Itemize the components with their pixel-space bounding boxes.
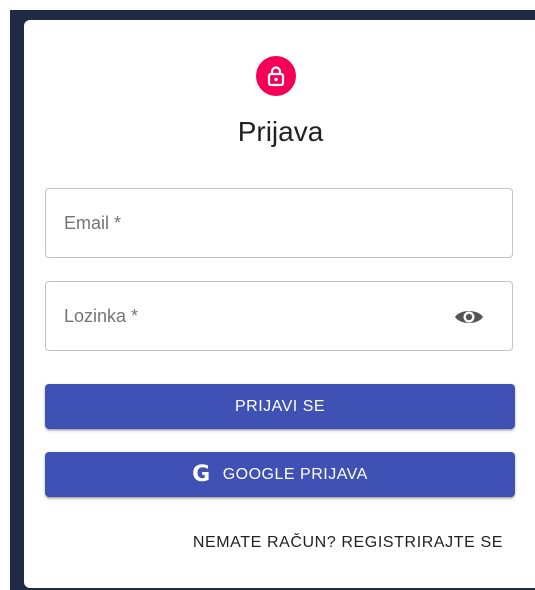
google-login-button[interactable]: G GOOGLE PRIJAVA [45, 452, 515, 497]
eye-icon[interactable] [454, 306, 484, 328]
email-placeholder: Email * [64, 213, 122, 233]
login-button-label: PRIJAVI SE [234, 397, 326, 415]
email-field[interactable]: Email * [45, 188, 513, 258]
lock-avatar [256, 56, 296, 96]
page-title: Prijava [237, 116, 324, 147]
register-link[interactable]: NEMATE RAČUN? REGISTRIRAJTE SE [193, 534, 503, 552]
lock-icon [267, 66, 285, 87]
password-field[interactable]: Lozinka * [45, 281, 513, 351]
google-login-label: GOOGLE PRIJAVA [222, 465, 368, 483]
password-placeholder: Lozinka * [64, 306, 139, 326]
google-icon: G [192, 462, 211, 487]
login-button[interactable]: PRIJAVI SE [45, 384, 515, 429]
